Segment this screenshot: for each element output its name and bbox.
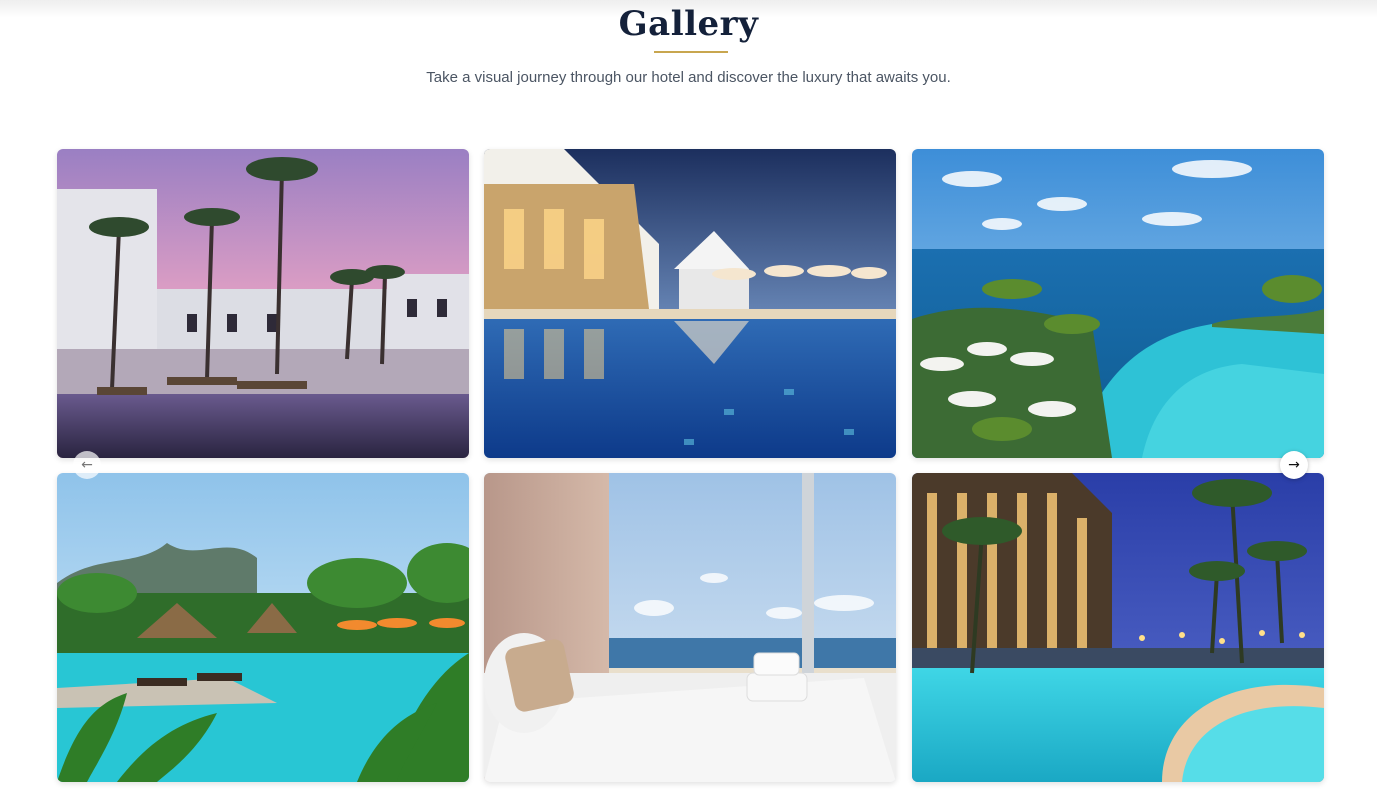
arrow-right-icon: → — [1288, 457, 1300, 473]
night-pool-photo — [484, 149, 896, 458]
gallery-image-sunset-pool[interactable] — [57, 149, 469, 458]
gallery-image-night-resort-pool[interactable] — [912, 473, 1324, 782]
section-title: Gallery — [618, 4, 759, 44]
title-underline — [654, 51, 728, 53]
arrow-left-icon: ← — [81, 457, 93, 473]
infinity-pool-photo — [912, 149, 1324, 458]
bedroom-photo — [484, 473, 896, 782]
carousel-next-button[interactable]: → — [1280, 451, 1308, 479]
section-subtitle: Take a visual journey through our hotel … — [426, 69, 951, 86]
gallery-image-infinity-pool-ocean[interactable] — [912, 149, 1324, 458]
carousel-prev-button[interactable]: ← — [73, 451, 101, 479]
night-resort-photo — [912, 473, 1324, 782]
gallery-image-tropical-pool-villas[interactable] — [57, 473, 469, 782]
sunset-pool-photo — [57, 149, 469, 458]
tropical-pool-photo — [57, 473, 469, 782]
gallery-image-night-pool-restaurant[interactable] — [484, 149, 896, 458]
gallery-image-bedroom-ocean-view[interactable] — [484, 473, 896, 782]
